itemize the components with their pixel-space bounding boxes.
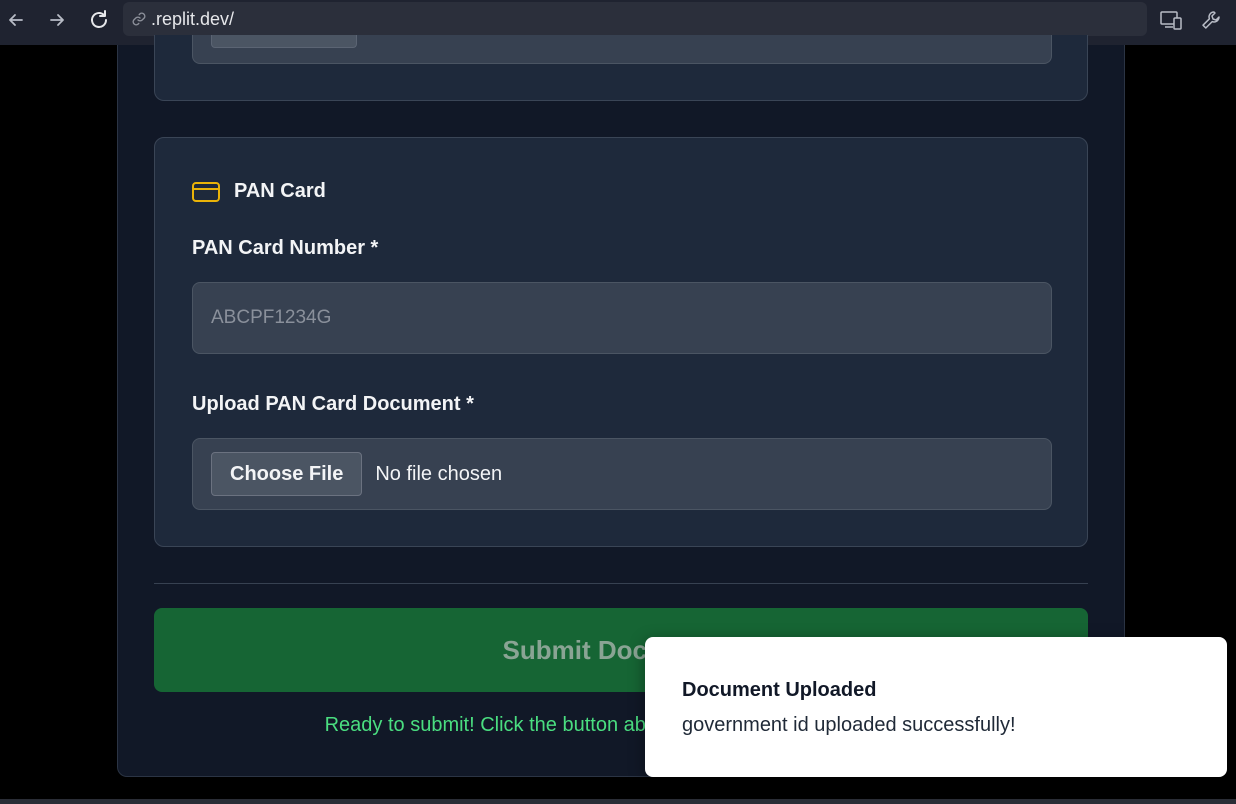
pan-file-input[interactable]: Choose File No file chosen bbox=[192, 438, 1052, 510]
reload-icon bbox=[91, 10, 107, 28]
pan-upload-label: Upload PAN Card Document * bbox=[192, 393, 474, 415]
wrench-icon bbox=[1202, 11, 1220, 29]
reload-button[interactable] bbox=[85, 6, 113, 34]
forward-button[interactable] bbox=[43, 6, 71, 34]
toast-message: government id uploaded successfully! bbox=[682, 714, 1016, 736]
back-button[interactable] bbox=[2, 6, 30, 34]
previous-choose-file-button[interactable] bbox=[211, 35, 357, 48]
pan-number-placeholder: ABCPF1234G bbox=[211, 307, 332, 328]
divider bbox=[154, 583, 1088, 584]
toast-title: Document Uploaded bbox=[682, 679, 877, 701]
previous-section bbox=[154, 35, 1088, 101]
address-bar[interactable]: .replit.dev/ bbox=[123, 2, 1147, 36]
pan-number-input[interactable]: ABCPF1234G bbox=[192, 282, 1052, 354]
bottom-bar bbox=[0, 799, 1236, 804]
arrow-left-icon bbox=[9, 14, 23, 26]
credit-card-icon bbox=[192, 181, 220, 202]
url-text: .replit.dev/ bbox=[151, 8, 235, 29]
pan-card-header: PAN Card bbox=[192, 180, 326, 203]
pan-number-label: PAN Card Number * bbox=[192, 237, 379, 259]
pan-card-title: PAN Card bbox=[234, 180, 326, 202]
choose-file-button[interactable]: Choose File bbox=[211, 452, 363, 496]
toast-notification: Document Uploaded government id uploaded… bbox=[645, 637, 1227, 777]
previous-file-input[interactable] bbox=[192, 35, 1052, 64]
link-icon bbox=[131, 10, 149, 28]
pan-card-section: PAN Card PAN Card Number * ABCPF1234G Up… bbox=[154, 137, 1088, 547]
arrow-right-icon bbox=[50, 14, 64, 26]
devices-icon bbox=[1160, 11, 1182, 30]
tools-button[interactable] bbox=[1197, 6, 1225, 34]
devices-button[interactable] bbox=[1157, 6, 1185, 34]
no-file-chosen-text: No file chosen bbox=[375, 462, 503, 485]
